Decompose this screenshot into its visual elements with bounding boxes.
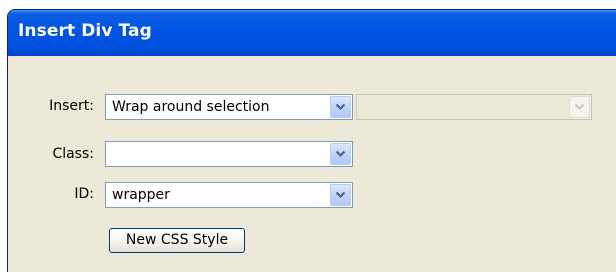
id-select-value: wrapper — [112, 187, 170, 203]
id-label: ID: — [74, 186, 94, 202]
insert-dropdown-button[interactable] — [330, 96, 351, 118]
id-select[interactable]: wrapper — [105, 182, 353, 208]
chevron-down-icon — [335, 191, 346, 199]
new-css-style-button[interactable]: New CSS Style — [109, 228, 245, 253]
id-dropdown-button[interactable] — [330, 184, 351, 206]
chevron-down-icon — [574, 103, 585, 111]
class-label: Class: — [52, 146, 94, 162]
title-bar[interactable]: Insert Div Tag — [8, 10, 616, 56]
insert-target-select[interactable] — [356, 94, 592, 120]
class-select[interactable] — [105, 141, 353, 167]
class-dropdown-button[interactable] — [330, 143, 351, 165]
dialog-title: Insert Div Tag — [18, 21, 152, 41]
insert-select[interactable]: Wrap around selection — [105, 94, 353, 120]
insert-div-tag-dialog: Insert Div Tag Insert: Wrap around selec… — [7, 9, 616, 272]
insert-label: Insert: — [49, 98, 94, 114]
insert-target-dropdown-button[interactable] — [569, 96, 590, 118]
chevron-down-icon — [335, 103, 346, 111]
chevron-down-icon — [335, 150, 346, 158]
insert-select-value: Wrap around selection — [112, 99, 270, 115]
